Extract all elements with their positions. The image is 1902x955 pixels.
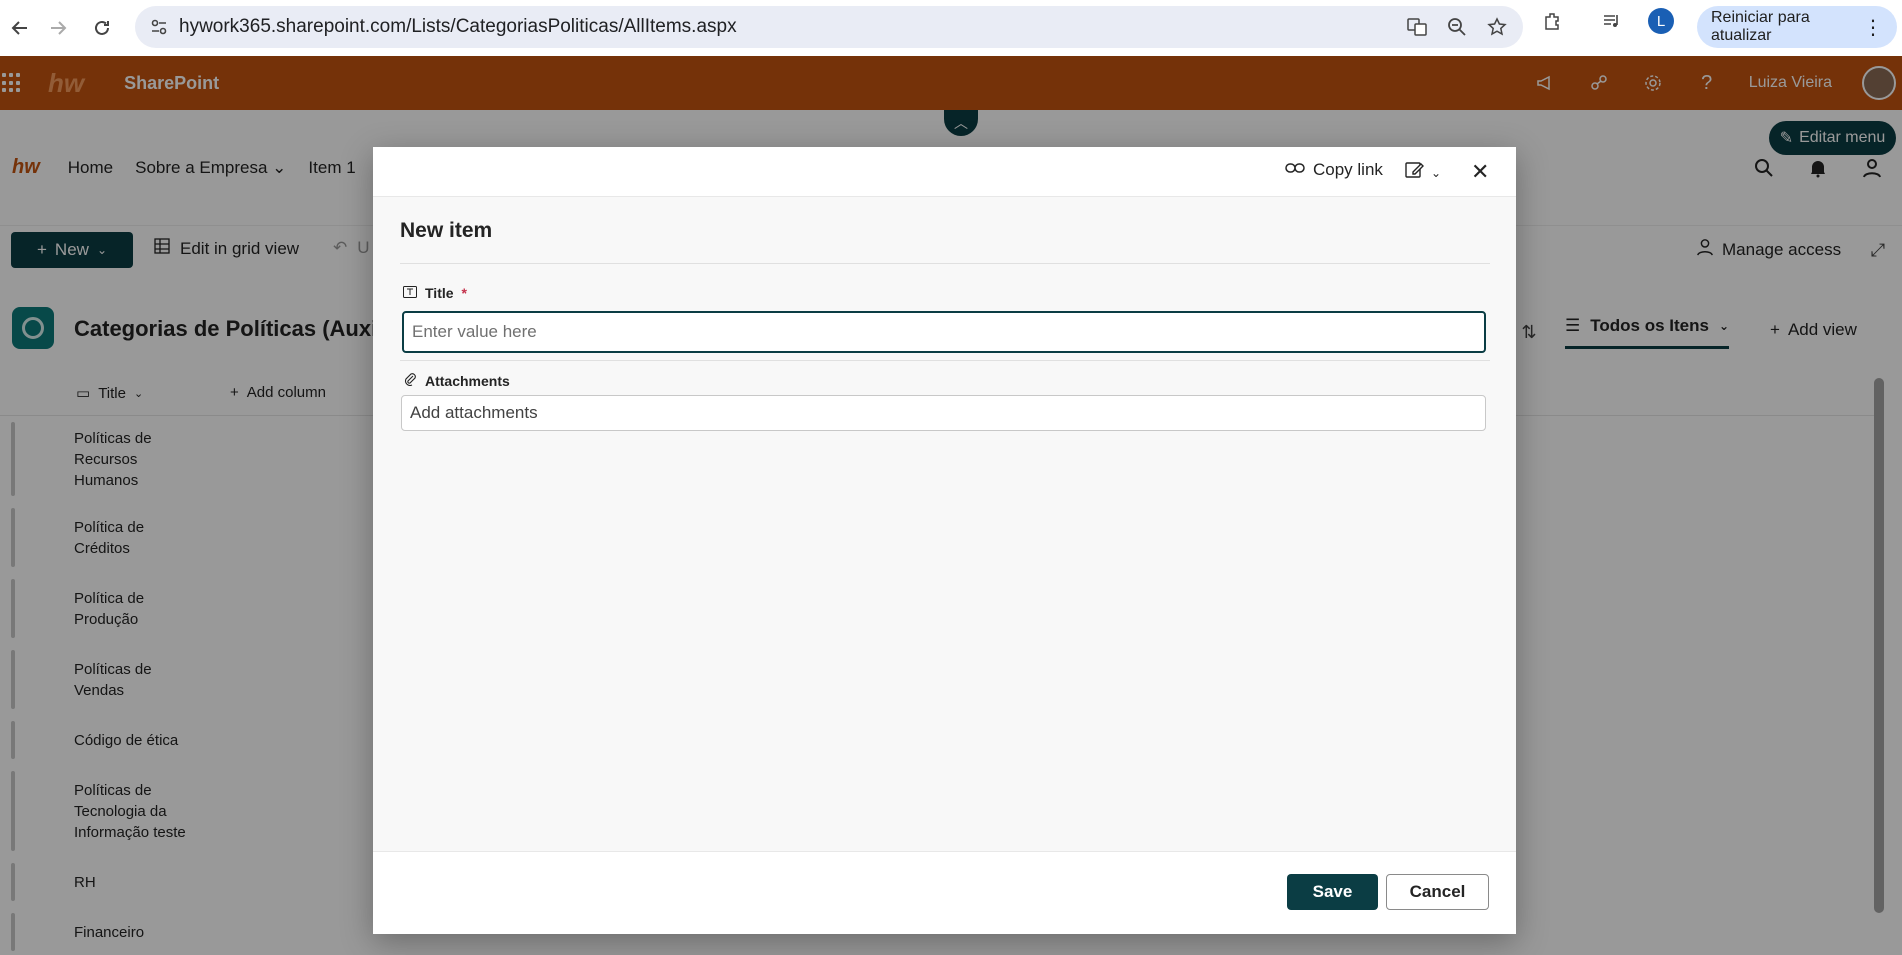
profile-avatar[interactable]: L xyxy=(1648,8,1674,34)
copy-link-button[interactable]: Copy link xyxy=(1285,160,1383,180)
browser-toolbar: hywork365.sharepoint.com/Lists/Categoria… xyxy=(0,0,1902,56)
title-input[interactable] xyxy=(402,311,1486,353)
star-icon[interactable] xyxy=(1485,15,1509,39)
link-icon xyxy=(1285,160,1305,180)
site-info-icon[interactable] xyxy=(149,17,169,37)
dialog-toolbar: Copy link ⌄ ✕ xyxy=(373,147,1516,197)
copy-link-label: Copy link xyxy=(1313,160,1383,179)
dialog-footer: Save Cancel xyxy=(373,851,1516,934)
forward-icon[interactable] xyxy=(38,8,78,48)
save-button[interactable]: Save xyxy=(1287,874,1378,910)
media-icon[interactable] xyxy=(1600,9,1624,33)
menu-icon[interactable]: ⋮ xyxy=(1863,15,1883,40)
new-item-dialog: Copy link ⌄ ✕ New item Title * Attachmen… xyxy=(373,147,1516,934)
paperclip-icon xyxy=(403,372,417,389)
url-text: hywork365.sharepoint.com/Lists/Categoria… xyxy=(179,16,737,37)
add-attachments-label: Add attachments xyxy=(410,403,538,422)
chevron-down-icon: ⌄ xyxy=(1431,165,1442,180)
back-icon[interactable] xyxy=(0,8,40,48)
attachments-field-label: Attachments xyxy=(403,372,510,389)
dialog-title: New item xyxy=(400,219,493,242)
translate-icon[interactable] xyxy=(1405,15,1429,39)
address-bar[interactable]: hywork365.sharepoint.com/Lists/Categoria… xyxy=(135,6,1523,48)
zoom-icon[interactable] xyxy=(1445,15,1469,39)
form-settings-button[interactable]: ⌄ xyxy=(1405,161,1441,184)
title-field-label: Title * xyxy=(403,285,467,301)
update-button[interactable]: Reiniciar para atualizar ⋮ xyxy=(1697,6,1897,48)
divider xyxy=(400,263,1490,264)
divider xyxy=(400,360,1490,361)
reload-icon[interactable] xyxy=(82,8,122,48)
required-indicator: * xyxy=(461,285,467,301)
extensions-icon[interactable] xyxy=(1540,9,1564,33)
add-attachments-button[interactable]: Add attachments xyxy=(401,395,1486,431)
cancel-button[interactable]: Cancel xyxy=(1386,874,1489,910)
update-label: Reiniciar para atualizar xyxy=(1711,9,1810,44)
close-icon[interactable]: ✕ xyxy=(1471,159,1489,185)
text-field-icon xyxy=(403,285,417,301)
form-edit-icon xyxy=(1405,161,1425,184)
